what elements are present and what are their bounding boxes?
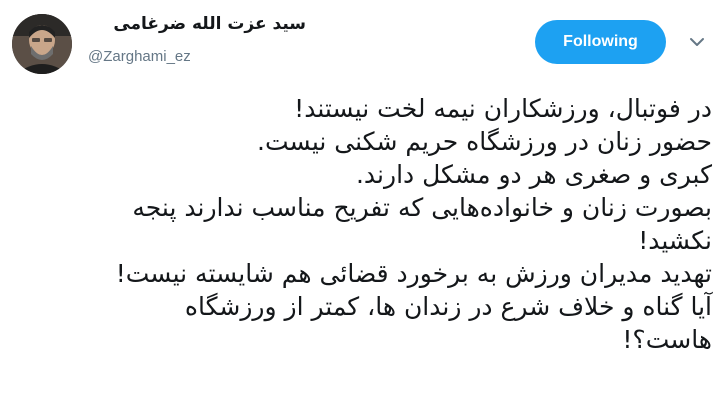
display-name[interactable]: سید عزت الله ضرغامی bbox=[86, 14, 306, 34]
tweet-line: نکشید! bbox=[638, 226, 712, 255]
tweet-line: حضور زنان در ورزشگاه حریم شکنی نیست. bbox=[257, 127, 712, 156]
profile-photo-icon bbox=[12, 14, 72, 74]
tweet-line: هاست؟! bbox=[622, 325, 712, 354]
tweet-line: آیا گناه و خلاف شرع در زندان ها، کمتر از… bbox=[184, 292, 712, 321]
user-handle[interactable]: @Zarghami_ez bbox=[88, 48, 191, 65]
tweet-line: در فوتبال، ورزشکاران نیمه لخت نیستند! bbox=[294, 94, 712, 123]
avatar[interactable] bbox=[12, 14, 72, 74]
following-button[interactable]: Following bbox=[535, 20, 666, 64]
tweet-text: در فوتبال، ورزشکاران نیمه لخت نیستند! حض… bbox=[10, 92, 712, 356]
tweet-card: سید عزت الله ضرغامی @Zarghami_ez Followi… bbox=[0, 0, 724, 414]
tweet-line: کبری و صغری هر دو مشکل دارند. bbox=[355, 160, 712, 189]
tweet-line: تهدید مدیران ورزش به برخورد قضائی هم شای… bbox=[115, 259, 712, 288]
chevron-down-icon[interactable] bbox=[688, 34, 706, 50]
tweet-line: بصورت زنان و خانواده‌هایی که تفریح مناسب… bbox=[132, 193, 712, 222]
